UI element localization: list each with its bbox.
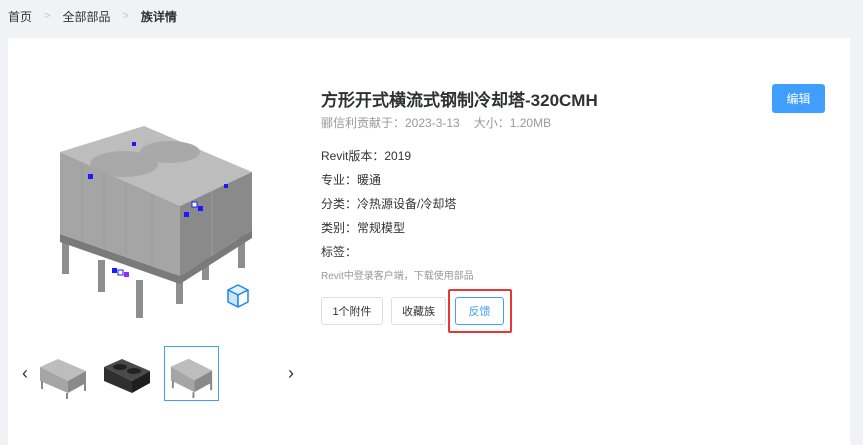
feedback-highlight-box: [448, 289, 512, 333]
thumbnail-1[interactable]: [36, 347, 90, 401]
tags-label: 标签：: [321, 245, 358, 259]
specialty: 专业：暖通: [321, 173, 382, 187]
chevron-left-icon[interactable]: ‹: [22, 364, 28, 382]
edit-button[interactable]: 编辑: [772, 84, 825, 113]
product-title: 方形开式横流式钢制冷却塔-320CMH: [321, 91, 598, 110]
breadcrumb-current: 族详情: [140, 9, 177, 24]
thumbnail-2[interactable]: [100, 347, 154, 401]
breadcrumb-separator: >: [122, 10, 129, 22]
contributor-info: 郦信利贡献于：2023-3-13: [321, 116, 460, 130]
category: 分类：冷热源设备/冷却塔: [321, 197, 457, 211]
favorite-button[interactable]: 收藏族: [391, 297, 446, 325]
file-size: 大小：1.20MB: [473, 116, 552, 130]
breadcrumb-home[interactable]: 首页: [8, 8, 32, 25]
thumbnail-3-frame[interactable]: [164, 346, 219, 401]
revit-version: Revit版本：2019: [321, 149, 412, 163]
breadcrumb: 首页 > 全部部品 > 族详情: [8, 8, 177, 24]
thumbnail-3[interactable]: [165, 347, 218, 400]
breadcrumb-separator: >: [44, 10, 51, 22]
breadcrumb-all-parts[interactable]: 全部部品: [62, 8, 110, 25]
model-type: 类别：常规模型: [321, 221, 406, 235]
attachments-button[interactable]: 1个附件: [321, 297, 383, 325]
product-meta: 郦信利贡献于：2023-3-13 大小：1.20MB: [321, 114, 551, 131]
download-hint: Revit中登录客户端，下载使用部品: [321, 271, 474, 282]
cube-icon[interactable]: [226, 283, 250, 309]
chevron-right-icon[interactable]: ›: [288, 364, 294, 382]
